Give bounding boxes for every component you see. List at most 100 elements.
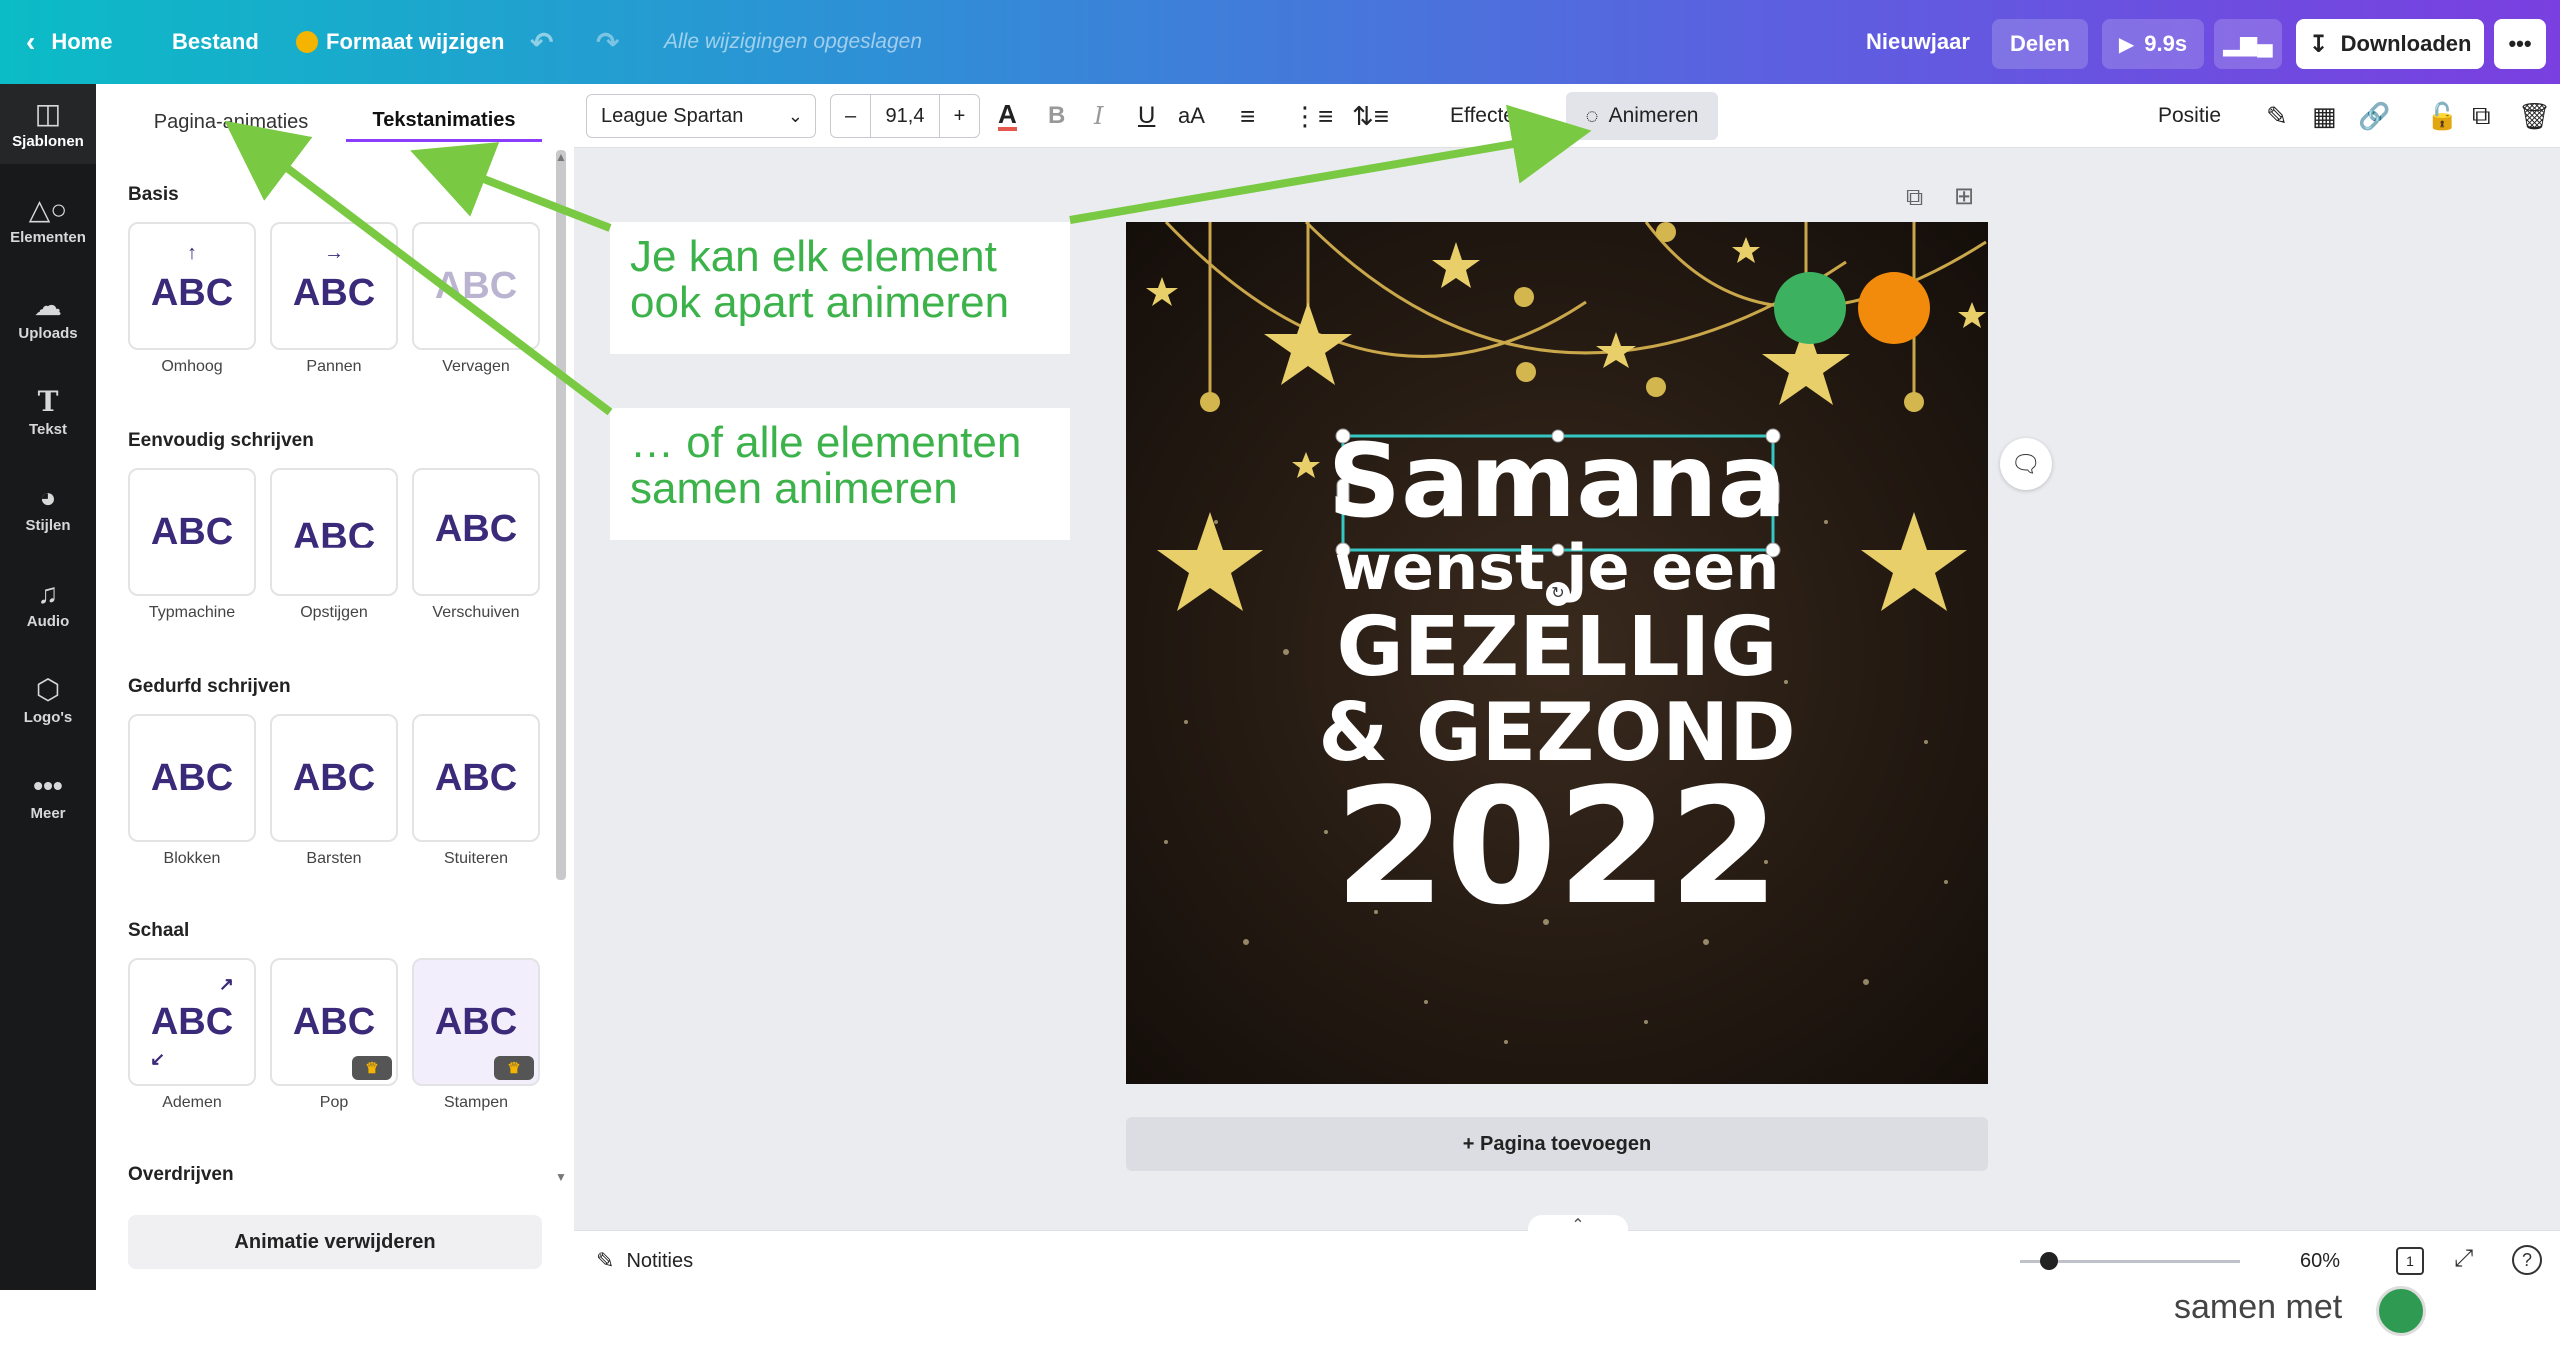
arrow-up-icon: ↑ xyxy=(187,242,197,264)
crown-icon: ♛ xyxy=(352,1056,392,1080)
zoom-level[interactable]: 60% xyxy=(2300,1231,2340,1291)
headline-gezellig[interactable]: GEZELLIG xyxy=(1200,600,1914,696)
font-size-input[interactable]: 91,4 xyxy=(871,105,939,128)
resize-button[interactable]: Formaat wijzigen xyxy=(296,0,504,84)
undo-icon[interactable]: ↶ xyxy=(530,0,553,84)
animation-card-omhoog[interactable]: ↑ ABC xyxy=(128,222,256,350)
callout-element-animation: Je kan elk element ook apart animeren xyxy=(610,222,1070,354)
animation-card-stuiteren[interactable]: ABC xyxy=(412,714,540,842)
rail-item-uploads[interactable]: ☁ Uploads xyxy=(0,276,96,356)
music-icon: ♫ xyxy=(37,577,59,609)
animate-icon: ◌ xyxy=(1585,103,1599,128)
side-rail: ◫ Sjablonen △○ Elementen ☁ Uploads T Tek… xyxy=(0,84,96,1290)
rail-item-templates[interactable]: ◫ Sjablonen xyxy=(0,84,96,164)
remove-animation-button[interactable]: Animatie verwijderen xyxy=(128,1215,542,1269)
download-icon: ↧ xyxy=(2308,30,2329,58)
more-options-button[interactable]: ••• xyxy=(2494,19,2546,69)
list-icon[interactable]: ⋮≡ xyxy=(1292,84,1333,148)
paint-roller-icon[interactable]: ✎ xyxy=(2266,84,2288,148)
animation-card-blokken[interactable]: ABC xyxy=(128,714,256,842)
copy-page-icon[interactable]: ⧉ xyxy=(1906,184,1923,212)
font-size-increase-button[interactable]: + xyxy=(939,94,979,138)
download-button[interactable]: ↧ Downloaden xyxy=(2296,19,2484,69)
rotate-handle-icon[interactable]: ↻ xyxy=(1546,582,1570,606)
text-icon: T xyxy=(37,384,59,418)
notes-button[interactable]: ✎ Notities xyxy=(596,1231,693,1291)
tab-page-animations[interactable]: Pagina-animaties xyxy=(136,102,326,142)
underline-icon[interactable]: U xyxy=(1138,84,1155,148)
animation-card-barsten[interactable]: ABC xyxy=(270,714,398,842)
play-icon: ▶ xyxy=(2118,33,2135,56)
animation-card-ademen[interactable]: ↗ ↙ ABC xyxy=(128,958,256,1086)
animation-card-pop[interactable]: ABC ♛ xyxy=(270,958,398,1086)
animation-card-vervagen[interactable]: ABC xyxy=(412,222,540,350)
font-selector[interactable]: League Spartan ⌄ xyxy=(586,94,816,138)
rail-item-styles[interactable]: ◕ Stijlen xyxy=(0,468,96,548)
animation-label: Stuiteren xyxy=(443,850,509,867)
palette-icon: ◕ xyxy=(39,481,57,513)
crown-icon xyxy=(296,31,318,53)
zoom-slider-thumb[interactable] xyxy=(2040,1252,2058,1270)
redo-icon[interactable]: ↷ xyxy=(596,0,619,84)
italic-icon[interactable]: I xyxy=(1094,84,1103,148)
animation-card-typmachine[interactable]: ABC xyxy=(128,468,256,596)
lock-icon[interactable]: 🔓 xyxy=(2426,84,2458,148)
duplicate-icon[interactable]: ⧉ xyxy=(2472,84,2491,148)
play-button[interactable]: ▶ 9.9s xyxy=(2102,19,2204,69)
animation-label: Stampen xyxy=(443,1094,509,1111)
share-button[interactable]: Delen xyxy=(1992,19,2088,69)
zoom-slider[interactable] xyxy=(2020,1252,2240,1270)
trash-icon[interactable]: 🗑 xyxy=(2518,84,2551,148)
page-count-button[interactable]: 1 xyxy=(2396,1247,2424,1275)
animation-card-opstijgen[interactable]: ABC xyxy=(270,468,398,596)
help-icon[interactable]: ? xyxy=(2512,1245,2542,1275)
fullscreen-icon[interactable]: ⤢ xyxy=(2454,1245,2473,1273)
add-page-icon[interactable]: ⊞ xyxy=(1954,182,1974,211)
scroll-up-icon[interactable]: ▲ xyxy=(555,150,567,164)
position-button[interactable]: Positie xyxy=(2158,84,2221,148)
rail-item-audio[interactable]: ♫ Audio xyxy=(0,564,96,644)
file-menu[interactable]: Bestand xyxy=(172,0,259,84)
rail-item-more[interactable]: ••• Meer xyxy=(0,756,96,836)
footer-text: samen met xyxy=(2174,1288,2343,1326)
arrow-right-icon: → xyxy=(324,242,344,264)
animation-label: Omhoog xyxy=(161,358,223,375)
font-size-decrease-button[interactable]: – xyxy=(831,94,871,138)
headline-year[interactable]: 2022 xyxy=(1200,762,1914,932)
headline-name[interactable]: Samana xyxy=(1200,422,1914,542)
rail-item-logos[interactable]: ⬡ Logo's xyxy=(0,660,96,740)
transparency-icon[interactable]: ▦ xyxy=(2312,84,2337,148)
align-center-icon[interactable]: ≡ xyxy=(1240,84,1255,148)
add-page-button[interactable]: + Pagina toevoegen xyxy=(1126,1117,1988,1171)
effects-button[interactable]: Effecten xyxy=(1450,84,1527,148)
more-icon: ••• xyxy=(33,769,63,801)
design-canvas[interactable]: Samana wenst je een GEZELLIG & GEZOND 20… xyxy=(1126,222,1988,1084)
scroll-indicator[interactable]: ⌃ xyxy=(1528,1215,1628,1243)
spacing-icon[interactable]: ⇅≡ xyxy=(1352,84,1389,148)
logo-icon: ⬡ xyxy=(35,673,61,705)
home-button[interactable]: ‹ Home xyxy=(26,0,112,84)
animate-button[interactable]: ◌ Animeren xyxy=(1566,92,1718,140)
rail-item-elements[interactable]: △○ Elementen xyxy=(0,180,96,260)
bar-chart-icon: ▂▆▄ xyxy=(2223,31,2273,56)
animation-card-pannen[interactable]: → ABC xyxy=(270,222,398,350)
arrow-shrink-icon: ↙ xyxy=(150,1049,166,1069)
bold-icon[interactable]: B xyxy=(1048,84,1065,148)
animation-label: Ademen xyxy=(162,1094,222,1111)
comment-button[interactable]: 🗨 xyxy=(2000,438,2052,490)
animation-card-verschuiven[interactable]: ABC xyxy=(412,468,540,596)
tab-text-animations[interactable]: Tekstanimaties xyxy=(346,102,542,142)
text-color-icon[interactable]: A xyxy=(998,84,1017,148)
scroll-down-icon[interactable]: ▼ xyxy=(555,1170,567,1184)
rail-item-text[interactable]: T Tekst xyxy=(0,372,96,452)
insights-button[interactable]: ▂▆▄ xyxy=(2214,19,2282,69)
panel-scrollbar[interactable] xyxy=(556,150,566,880)
notes-icon: ✎ xyxy=(596,1248,615,1273)
shapes-icon: △○ xyxy=(28,193,68,225)
animation-label: Vervagen xyxy=(442,358,510,375)
letter-case-icon[interactable]: aA xyxy=(1178,84,1205,148)
save-status: Alle wijzigingen opgeslagen xyxy=(664,30,923,53)
document-title[interactable]: Nieuwjaar xyxy=(1866,0,1970,84)
animation-card-stampen[interactable]: ABC ♛ xyxy=(412,958,540,1086)
link-icon[interactable]: 🔗 xyxy=(2358,84,2390,148)
